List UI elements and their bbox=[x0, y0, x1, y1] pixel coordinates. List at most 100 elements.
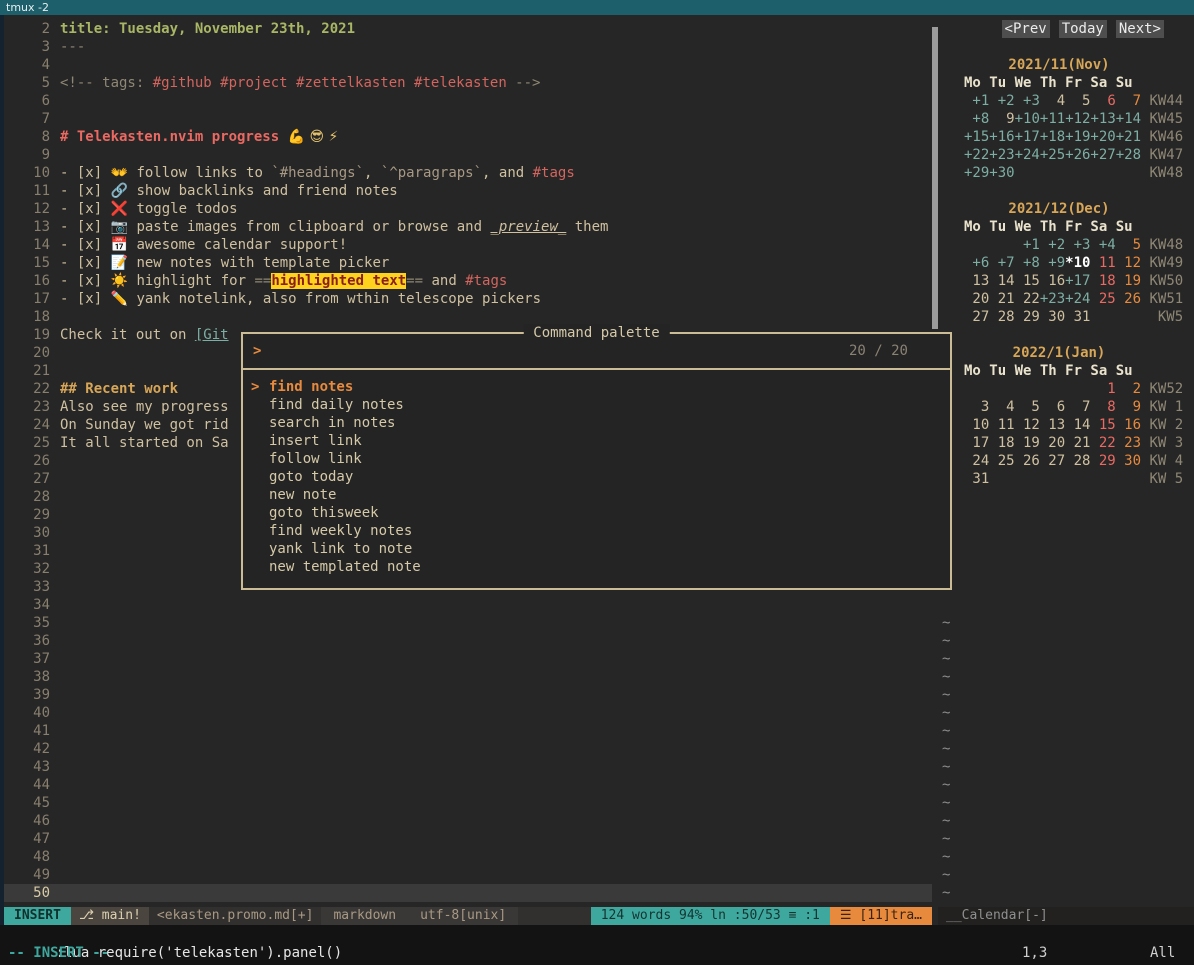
editor-line[interactable]: 40 bbox=[4, 704, 932, 722]
calendar-cell: 9 bbox=[1116, 399, 1141, 415]
editor-line[interactable]: 39 bbox=[4, 686, 932, 704]
text-segment: - [x] bbox=[60, 237, 111, 253]
editor-line[interactable]: 7 bbox=[4, 110, 932, 128]
editor-line[interactable]: 49 bbox=[4, 866, 932, 884]
line-number: 27 bbox=[4, 470, 50, 488]
palette-item[interactable]: >find notes bbox=[251, 378, 950, 396]
editor-line[interactable]: 15- [x] 📝 new notes with template picker bbox=[4, 254, 932, 272]
palette-item[interactable]: find weekly notes bbox=[251, 522, 950, 540]
editor-line[interactable]: 13- [x] 📷 paste images from clipboard or… bbox=[4, 218, 932, 236]
calendar-cell: +1 bbox=[964, 93, 989, 109]
editor-line[interactable]: 10- [x] 👐 follow links to `#headings`, `… bbox=[4, 164, 932, 182]
editor-line[interactable]: 14- [x] 📅 awesome calendar support! bbox=[4, 236, 932, 254]
line-text bbox=[50, 470, 60, 488]
calendar-blank-row bbox=[938, 542, 1194, 560]
palette-item[interactable]: find daily notes bbox=[251, 396, 950, 414]
editor-line[interactable]: 4 bbox=[4, 56, 932, 74]
scrollbar-thumb[interactable] bbox=[932, 27, 938, 329]
calendar-week-row[interactable]: 10 11 12 13 14 15 16 KW 2 bbox=[938, 416, 1194, 434]
editor-line[interactable]: 3--- bbox=[4, 38, 932, 56]
calendar-week-row[interactable]: 3 4 5 6 7 8 9 KW 1 bbox=[938, 398, 1194, 416]
text-segment: them bbox=[566, 219, 608, 235]
editor-line[interactable]: 6 bbox=[4, 92, 932, 110]
tilde-marker: ~ bbox=[938, 614, 1194, 632]
editor-line[interactable]: 18 bbox=[4, 308, 932, 326]
calendar-week-row[interactable]: 31 KW 5 bbox=[938, 470, 1194, 488]
editor-line[interactable]: 34 bbox=[4, 596, 932, 614]
calendar-week-row[interactable]: 20 21 22+23+24 25 26 KW51 bbox=[938, 290, 1194, 308]
text-segment: - [x] bbox=[60, 291, 111, 307]
line-number: 31 bbox=[4, 542, 50, 560]
calendar-week-row[interactable]: 13 14 15 16+17 18 19 KW50 bbox=[938, 272, 1194, 290]
line-text bbox=[50, 650, 60, 668]
calendar-week-row[interactable]: 27 28 29 30 31 KW5 bbox=[938, 308, 1194, 326]
editor-line[interactable]: 48 bbox=[4, 848, 932, 866]
editor-line[interactable]: 42 bbox=[4, 740, 932, 758]
calendar-cell: KW5 bbox=[1158, 309, 1183, 325]
selection-caret: > bbox=[251, 378, 269, 396]
calendar-week-row[interactable]: +22+23+24+25+26+27+28 KW47 bbox=[938, 146, 1194, 164]
editor-line[interactable]: 11- [x] 🔗 show backlinks and friend note… bbox=[4, 182, 932, 200]
tilde-marker: ~ bbox=[938, 848, 1194, 866]
line-number: 47 bbox=[4, 830, 50, 848]
calendar-cell: +10 bbox=[1015, 111, 1040, 127]
next-button[interactable]: Next> bbox=[1116, 20, 1164, 38]
text-segment: 📷 bbox=[111, 219, 128, 235]
calendar-week-row[interactable]: +1 +2 +3 4 5 6 7 KW44 bbox=[938, 92, 1194, 110]
editor-line[interactable]: 43 bbox=[4, 758, 932, 776]
line-number: 23 bbox=[4, 398, 50, 416]
text-segment: 💪 😎 ⚡ bbox=[288, 129, 339, 145]
line-number: 45 bbox=[4, 794, 50, 812]
today-button[interactable]: Today bbox=[1059, 20, 1107, 38]
calendar-cell: +13 bbox=[1090, 111, 1115, 127]
palette-item[interactable]: goto thisweek bbox=[251, 504, 950, 522]
editor-line[interactable]: 38 bbox=[4, 668, 932, 686]
calendar-week-row[interactable]: +6 +7 +8 +9*10 11 12 KW49 bbox=[938, 254, 1194, 272]
editor-line[interactable]: 5<!-- tags: #github #project #zettelkast… bbox=[4, 74, 932, 92]
calendar-week-row[interactable]: 1 2 KW52 bbox=[938, 380, 1194, 398]
calendar-week-row[interactable]: 17 18 19 20 21 22 23 KW 3 bbox=[938, 434, 1194, 452]
calendar-week-row[interactable]: +1 +2 +3 +4 5 KW48 bbox=[938, 236, 1194, 254]
calendar-week-row[interactable]: +15+16+17+18+19+20+21 KW46 bbox=[938, 128, 1194, 146]
calendar-week-row[interactable]: +8 9+10+11+12+13+14 KW45 bbox=[938, 110, 1194, 128]
editor-line[interactable]: 9 bbox=[4, 146, 932, 164]
statusline: INSERT ⎇ main! <ekasten.promo.md[+] mark… bbox=[4, 907, 932, 925]
calendar-cell: 23 bbox=[1116, 435, 1141, 451]
selection-caret bbox=[251, 522, 269, 540]
editor-line[interactable]: 50 bbox=[4, 884, 932, 902]
palette-item-label: goto today bbox=[269, 468, 353, 486]
palette-item[interactable]: yank link to note bbox=[251, 540, 950, 558]
calendar-week-row[interactable]: 24 25 26 27 28 29 30 KW 4 bbox=[938, 452, 1194, 470]
palette-item[interactable]: follow link bbox=[251, 450, 950, 468]
tab-indicator[interactable]: ☰ [11]tra… bbox=[830, 907, 932, 925]
editor-line[interactable]: 44 bbox=[4, 776, 932, 794]
calendar-cell: KW 4 bbox=[1141, 453, 1183, 469]
editor-line[interactable]: 36 bbox=[4, 632, 932, 650]
prev-button[interactable]: <Prev bbox=[1002, 20, 1050, 38]
palette-item[interactable]: new note bbox=[251, 486, 950, 504]
calendar-week-row[interactable]: +29+30 KW48 bbox=[938, 164, 1194, 182]
line-number: 24 bbox=[4, 416, 50, 434]
palette-item[interactable]: goto today bbox=[251, 468, 950, 486]
palette-item[interactable]: search in notes bbox=[251, 414, 950, 432]
editor-line[interactable]: 17- [x] ✏️ yank notelink, also from wthi… bbox=[4, 290, 932, 308]
line-text bbox=[50, 704, 60, 722]
editor-line[interactable]: 2title: Tuesday, November 23th, 2021 bbox=[4, 20, 932, 38]
editor-line[interactable]: 35 bbox=[4, 614, 932, 632]
cursor-position: 1,3 bbox=[1022, 943, 1047, 964]
editor-line[interactable]: 37 bbox=[4, 650, 932, 668]
editor-line[interactable]: 47 bbox=[4, 830, 932, 848]
text-segment: ❌ bbox=[111, 201, 128, 217]
editor-line[interactable]: 41 bbox=[4, 722, 932, 740]
editor-line[interactable]: 45 bbox=[4, 794, 932, 812]
editor-line[interactable]: 46 bbox=[4, 812, 932, 830]
calendar-months: 2021/11(Nov)Mo Tu We Th Fr Sa Su +1 +2 +… bbox=[938, 38, 1194, 614]
tilde-marker: ~ bbox=[938, 758, 1194, 776]
line-text bbox=[50, 794, 60, 812]
palette-item[interactable]: new templated note bbox=[251, 558, 950, 576]
editor-line[interactable]: 16- [x] ☀️ highlight for ==highlighted t… bbox=[4, 272, 932, 290]
vim-cmdline[interactable]: :lua require('telekasten').panel() bbox=[0, 925, 1194, 943]
palette-item[interactable]: insert link bbox=[251, 432, 950, 450]
editor-line[interactable]: 8# Telekasten.nvim progress 💪 😎 ⚡ bbox=[4, 128, 932, 146]
editor-line[interactable]: 12- [x] ❌ toggle todos bbox=[4, 200, 932, 218]
